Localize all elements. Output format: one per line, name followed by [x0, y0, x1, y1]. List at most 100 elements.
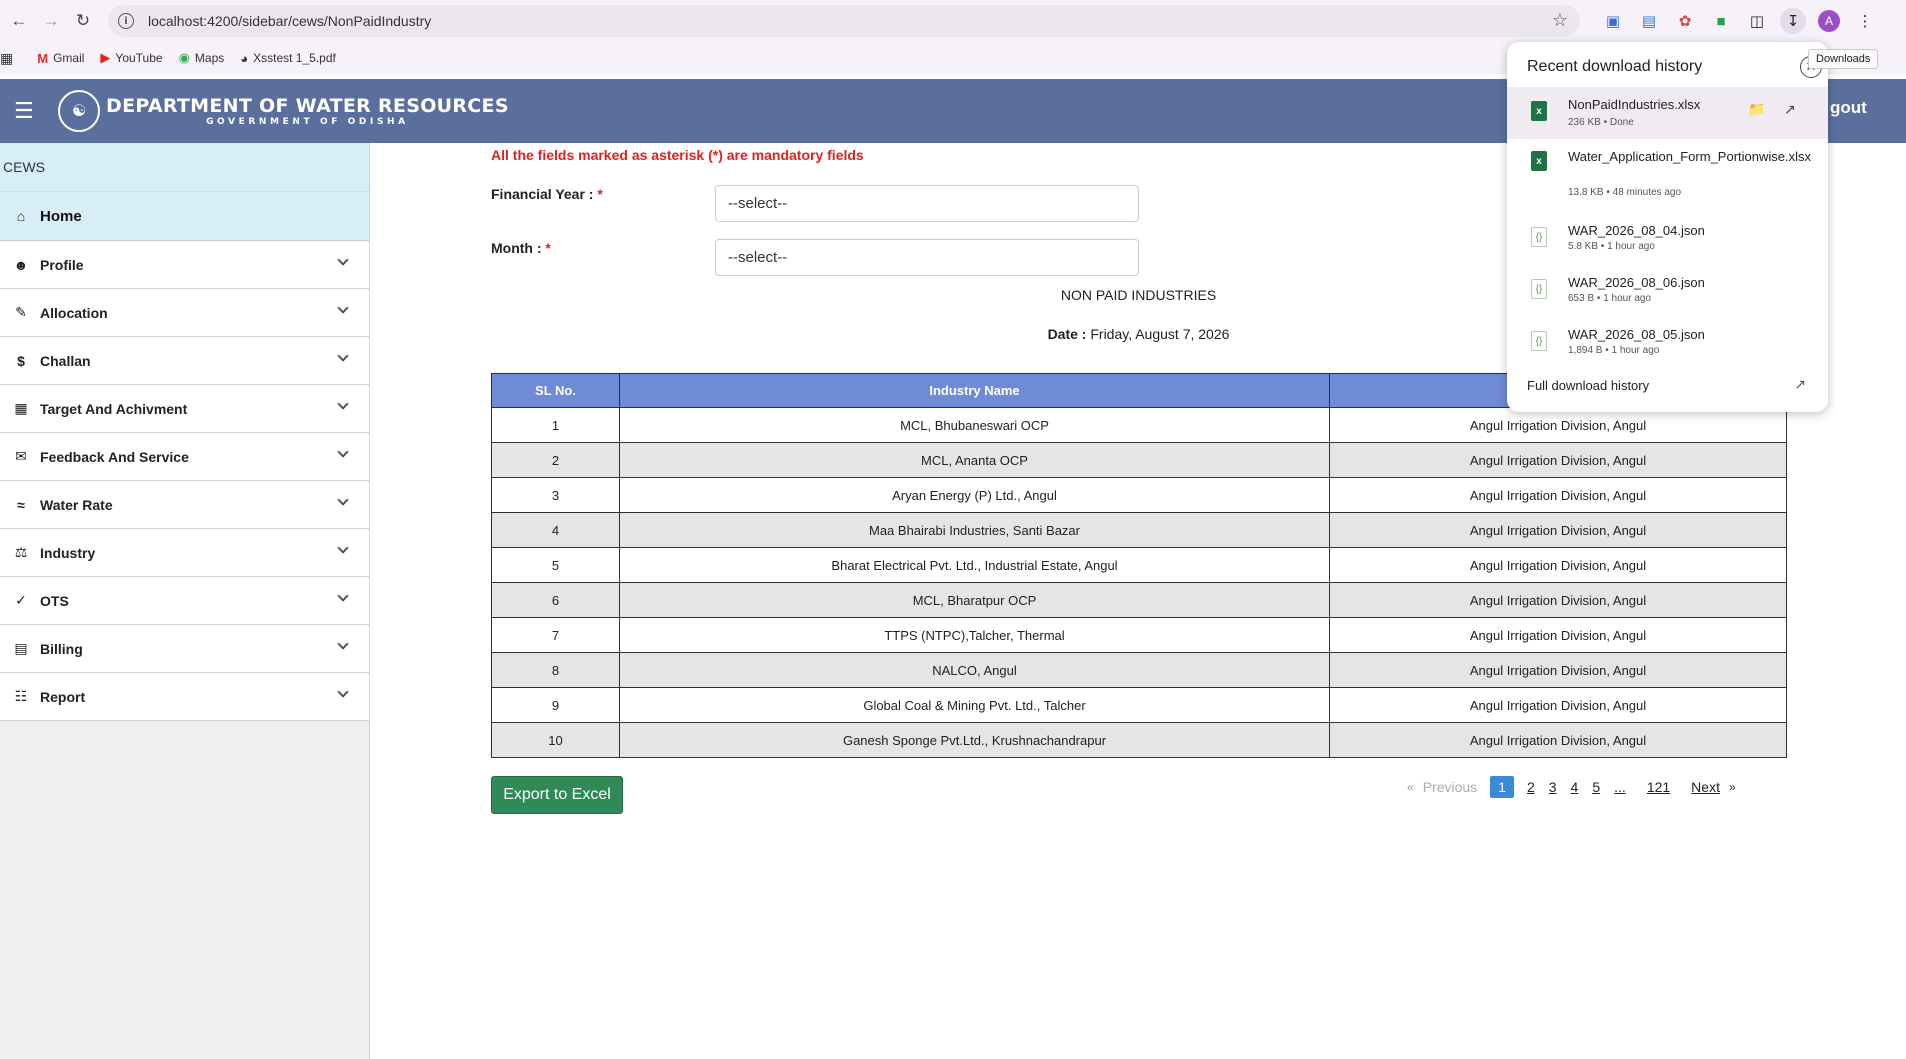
chevron-down-icon: [337, 590, 349, 602]
financial-year-select[interactable]: --select--: [715, 185, 1139, 222]
books-icon: ☷: [14, 688, 28, 704]
sidebar-item-challan[interactable]: $ Challan: [0, 337, 369, 385]
bookmark-maps[interactable]: ◉ Maps: [179, 50, 225, 66]
sidebar-item-profile[interactable]: ☻ Profile: [0, 241, 369, 289]
table-row: 4 Maa Bhairabi Industries, Santi Bazar Ang…: [491, 512, 1787, 548]
month-selected-value: --select--: [728, 249, 788, 266]
check-icon: ✓: [15, 592, 27, 608]
cell-sl-no: 3: [491, 477, 620, 513]
profile-avatar[interactable]: A: [1816, 8, 1842, 34]
site-info-icon[interactable]: i: [118, 13, 134, 29]
open-external-icon[interactable]: ↗: [1784, 101, 1796, 118]
page-link-3[interactable]: 3: [1549, 779, 1557, 795]
open-external-icon[interactable]: ↗: [1794, 376, 1806, 393]
download-item[interactable]: x Water_Application_Form_Portionwise.xls…: [1507, 139, 1828, 201]
previous-page-link[interactable]: Previous: [1423, 779, 1477, 795]
download-item[interactable]: {} WAR_2026_08_06.json 653 B • 1 hour ag…: [1507, 269, 1828, 317]
puzzle-extensions-icon[interactable]: ◫: [1744, 8, 1770, 34]
cell-division: Angul Irrigation Division, Angul: [1329, 582, 1787, 618]
table-row: 8 NALCO, Angul Angul Irrigation Division, …: [491, 652, 1787, 688]
sidebar-item-allocation[interactable]: ✎ Allocation: [0, 289, 369, 337]
downloads-panel-title: Recent download history: [1527, 58, 1703, 75]
avatar-initial[interactable]: A: [1818, 10, 1840, 32]
excel-file-icon: x: [1531, 101, 1547, 121]
tab-search-icon[interactable]: ▣: [1600, 8, 1626, 34]
apps-grid-icon[interactable]: ▦: [0, 50, 13, 67]
bookmark-xsstest[interactable]: ◕ Xsstest 1_5.pdf: [240, 51, 336, 66]
page-link-1[interactable]: 1: [1490, 776, 1514, 798]
download-file-name: WAR_2026_08_06.json: [1568, 275, 1705, 290]
cell-sl-no: 5: [491, 547, 620, 583]
address-bar[interactable]: i localhost:4200/sidebar/cews/NonPaidInd…: [108, 5, 1580, 37]
downloads-icon[interactable]: ↧: [1780, 8, 1806, 34]
bookmark-gmail[interactable]: M Gmail: [37, 51, 84, 66]
page-link-121[interactable]: 121: [1647, 779, 1670, 795]
maps-pin-icon: ◉: [178, 50, 190, 65]
department-title: DEPARTMENT OF WATER RESOURCES: [106, 95, 509, 117]
required-asterisk: *: [597, 186, 603, 202]
chevron-down-icon: [337, 446, 349, 458]
back-icon[interactable]: ←: [6, 8, 32, 34]
cell-industry-name: Ganesh Sponge Pvt.Ltd., Krushnachandrapu…: [619, 722, 1330, 758]
sidebar-item-label: Report: [40, 688, 86, 705]
chevron-down-icon: [337, 254, 349, 266]
bookmark-star-icon[interactable]: ☆: [1552, 10, 1568, 31]
sidebar-item-report[interactable]: ☷ Report: [0, 673, 369, 721]
next-page-link[interactable]: Next: [1691, 779, 1720, 795]
report-date: Date : Friday, August 7, 2026: [1000, 326, 1277, 342]
color-picker-extension-icon[interactable]: ✿: [1672, 8, 1698, 34]
cell-division: Angul Irrigation Division, Angul: [1329, 687, 1787, 723]
chevron-down-icon: [337, 686, 349, 698]
sidebar-item-industry[interactable]: ⚖ Industry: [0, 529, 369, 577]
sidebar-item-label: Home: [40, 207, 82, 225]
sidebar-item-target-and-achivment[interactable]: ▦ Target And Achivment: [0, 385, 369, 433]
download-item[interactable]: {} WAR_2026_08_04.json 5.8 KB • 1 hour a…: [1507, 217, 1828, 265]
chevron-down-icon: [337, 398, 349, 410]
download-item[interactable]: x NonPaidIndustries.xlsx 236 KB • Done 📁…: [1507, 87, 1828, 139]
pagination: « Previous 1 2 3 4 5 ... 121 Next »: [1405, 776, 1738, 798]
page-link-5[interactable]: 5: [1592, 779, 1600, 795]
sidebar-item-label: Billing: [40, 640, 83, 657]
bookmark-youtube[interactable]: ▶ YouTube: [100, 50, 162, 66]
sidebar-item-label: Target And Achivment: [40, 400, 188, 417]
sidebar-item-billing[interactable]: ▤ Billing: [0, 625, 369, 673]
forward-icon[interactable]: →: [38, 8, 64, 34]
more-menu-icon[interactable]: ⋮: [1852, 8, 1878, 34]
download-item[interactable]: {} WAR_2026_08_05.json 1,894 B • 1 hour …: [1507, 321, 1828, 369]
page-ellipsis[interactable]: ...: [1614, 779, 1626, 795]
android-extension-icon[interactable]: ■: [1708, 8, 1734, 34]
show-in-folder-icon[interactable]: 📁: [1748, 101, 1765, 118]
person-circle-icon: ☻: [13, 256, 29, 273]
next-arrow-icon: »: [1728, 780, 1736, 794]
sidebar-item-feedback-and-service[interactable]: ✉ Feedback And Service: [0, 433, 369, 481]
month-select[interactable]: --select--: [715, 239, 1139, 276]
download-file-name: NonPaidIndustries.xlsx: [1568, 97, 1701, 112]
sidebar-item-ots[interactable]: ✓ OTS: [0, 577, 369, 625]
financial-year-selected-value: --select--: [728, 195, 788, 212]
financial-year-label: Financial Year : *: [491, 186, 603, 202]
full-download-history-link[interactable]: Full download history: [1527, 378, 1649, 393]
youtube-icon: ▶: [100, 50, 111, 65]
page-link-4[interactable]: 4: [1571, 779, 1579, 795]
table-row: 1 MCL, Bhubaneswari OCP Angul Irrigation D…: [491, 407, 1787, 443]
sidebar-item-water-rate[interactable]: ≈ Water Rate: [0, 481, 369, 529]
cell-industry-name: NALCO, Angul: [619, 652, 1330, 688]
cell-industry-name: MCL, Ananta OCP: [619, 442, 1330, 478]
download-file-name: WAR_2026_08_05.json: [1568, 327, 1705, 342]
url-text[interactable]: localhost:4200/sidebar/cews/NonPaidIndus…: [148, 13, 431, 29]
table-row: 3 Aryan Energy (P) Ltd., Angul Angul Irrig…: [491, 477, 1787, 513]
cell-industry-name: TTPS (NTPC),Talcher, Thermal: [619, 617, 1330, 653]
sidebar-item-home[interactable]: ⌂ Home: [0, 192, 369, 241]
cell-industry-name: Aryan Energy (P) Ltd., Angul: [619, 477, 1330, 513]
export-to-excel-button[interactable]: Export to Excel: [491, 776, 623, 814]
logout-button[interactable]: gout: [1830, 98, 1867, 118]
reload-icon[interactable]: ↻: [70, 8, 96, 34]
cell-division: Angul Irrigation Division, Angul: [1329, 652, 1787, 688]
translate-extension-icon[interactable]: ▤: [1636, 8, 1662, 34]
department-title-block: DEPARTMENT OF WATER RESOURCES GOVERNMENT…: [106, 95, 509, 127]
hamburger-menu-icon[interactable]: ☰: [14, 98, 54, 124]
month-label: Month : *: [491, 240, 551, 256]
bookmark-youtube-label: YouTube: [115, 51, 163, 65]
page-link-2[interactable]: 2: [1527, 779, 1535, 795]
json-file-icon: {}: [1531, 227, 1547, 247]
